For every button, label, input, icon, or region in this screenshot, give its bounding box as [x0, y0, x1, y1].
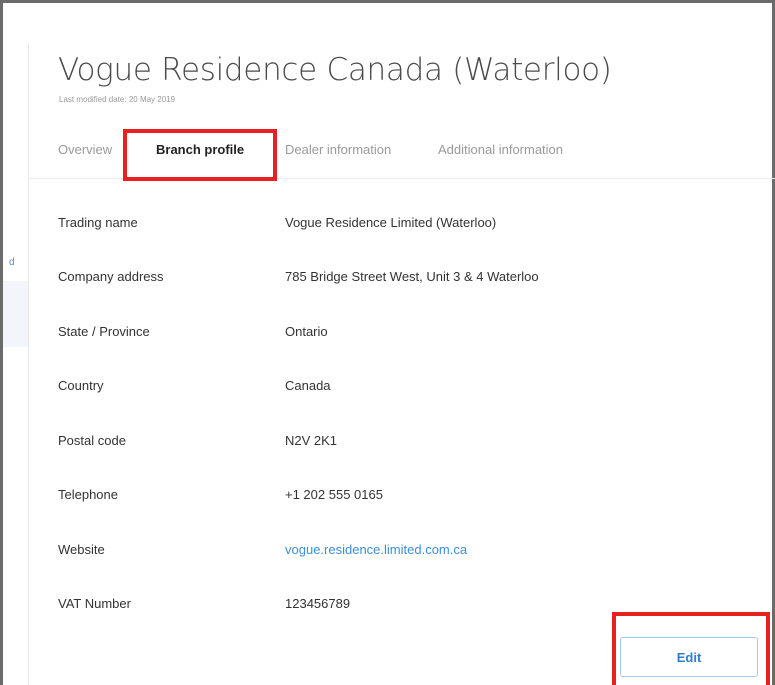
- tab-dealer-information[interactable]: Dealer information: [285, 142, 391, 157]
- detail-value: N2V 2K1: [285, 433, 338, 448]
- tab-additional-information[interactable]: Additional information: [438, 142, 563, 157]
- detail-label: Website: [58, 542, 105, 557]
- detail-value: +1 202 555 0165: [285, 487, 383, 502]
- sidebar-text-fragment: d: [9, 257, 15, 268]
- detail-value: 785 Bridge Street West, Unit 3 & 4 Water…: [285, 269, 539, 284]
- detail-label: VAT Number: [58, 596, 131, 611]
- last-modified-date: Last modified date: 20 May 2019: [59, 95, 176, 104]
- website-link[interactable]: vogue.residence.limited.com.ca: [285, 542, 467, 557]
- detail-label: Company address: [58, 269, 164, 284]
- detail-value: 123456789: [285, 596, 351, 611]
- detail-label: Postal code: [58, 433, 126, 448]
- page-title: Vogue Residence Canada (Waterloo): [58, 52, 612, 88]
- detail-label: Trading name: [58, 215, 138, 230]
- detail-label: Telephone: [58, 487, 118, 502]
- left-sidebar-edge: d: [3, 3, 31, 685]
- sidebar-divider: [28, 43, 29, 685]
- tab-overview[interactable]: Overview: [58, 142, 112, 157]
- detail-value: Canada: [285, 378, 331, 393]
- detail-label: State / Province: [58, 324, 150, 339]
- detail-value: Ontario: [285, 324, 328, 339]
- edit-button[interactable]: Edit: [620, 637, 758, 677]
- tab-branch-profile[interactable]: Branch profile: [156, 142, 244, 157]
- detail-label: Country: [58, 378, 104, 393]
- sidebar-selected-highlight: [3, 281, 28, 347]
- detail-value: Vogue Residence Limited (Waterloo): [285, 215, 497, 230]
- tabs-divider: [28, 178, 775, 179]
